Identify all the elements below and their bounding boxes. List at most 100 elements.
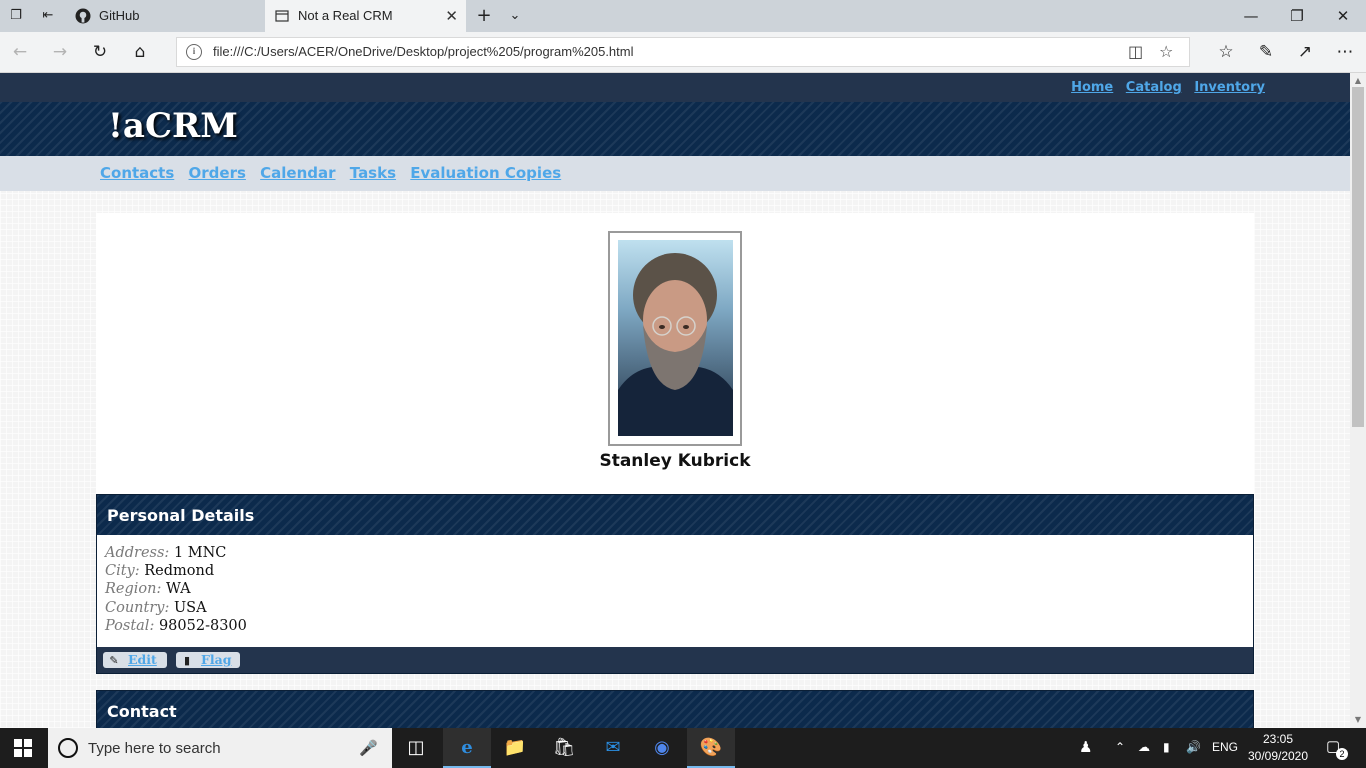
notification-count-badge: 2 [1336, 748, 1348, 760]
search-placeholder: Type here to search [88, 740, 221, 757]
nav-contacts[interactable]: Contacts [100, 164, 174, 182]
country-row: Country: USA [105, 599, 1245, 617]
panel-actions: ✎ Edit ▮ Flag [97, 647, 1253, 673]
web-page: Home Catalog Inventory !aCRM Contacts Or… [0, 73, 1350, 728]
more-options-icon[interactable]: ⋯ [1334, 41, 1356, 63]
show-hidden-icons-chevron-icon[interactable]: ⌃ [1115, 740, 1125, 754]
postal-row: Postal: 98052-8300 [105, 617, 1245, 635]
address-toolbar: ← → ↻ ⌂ i file:///C:/Users/ACER/OneDrive… [0, 32, 1366, 73]
field-value: 98052-8300 [158, 617, 247, 634]
nav-evaluation-copies[interactable]: Evaluation Copies [410, 164, 561, 182]
chrome-icon[interactable]: ◉ [638, 728, 686, 768]
reading-view-icon[interactable]: ◫ [1128, 42, 1143, 61]
set-tabs-aside-icon[interactable]: ⇤ [40, 8, 56, 24]
scroll-down-icon[interactable]: ▼ [1350, 714, 1366, 726]
file-explorer-icon[interactable]: 📁 [491, 728, 539, 768]
catalog-link[interactable]: Catalog [1126, 80, 1182, 95]
windows-taskbar: Type here to search 🎤 ◫ e 📁 🛍 ✉ ◉ 🎨 ♟ ⌃ … [0, 728, 1366, 768]
pencil-icon: ✎ [109, 654, 119, 667]
microsoft-store-icon[interactable]: 🛍 [540, 728, 588, 768]
inventory-link[interactable]: Inventory [1194, 80, 1265, 95]
edit-button[interactable]: ✎ Edit [103, 652, 167, 668]
info-icon[interactable]: i [186, 44, 202, 60]
tab-label: Not a Real CRM [298, 8, 393, 23]
page-scrollbar[interactable]: ▲ ▼ [1350, 73, 1366, 728]
site-banner: !aCRM [0, 102, 1350, 156]
field-label: Address: [105, 545, 170, 561]
windows-start-icon[interactable] [14, 739, 32, 757]
site-logo: !aCRM [108, 106, 238, 146]
favorite-star-icon[interactable]: ☆ [1159, 42, 1173, 61]
flag-link[interactable]: Flag [201, 652, 231, 667]
field-label: City: [105, 563, 140, 580]
nav-orders[interactable]: Orders [189, 164, 246, 182]
edit-link[interactable]: Edit [128, 652, 157, 667]
top-strip: Home Catalog Inventory [0, 73, 1350, 102]
field-value: WA [165, 581, 191, 598]
personal-details-body: Address: 1 MNC City: Redmond Region: WA … [97, 535, 1253, 647]
refresh-icon[interactable]: ↻ [89, 41, 111, 63]
scroll-up-icon[interactable]: ▲ [1350, 75, 1366, 87]
page-icon [275, 10, 289, 22]
tab-preview-icon[interactable]: ❐ [8, 8, 24, 24]
forward-arrow-icon[interactable]: → [49, 41, 71, 63]
nav-tasks[interactable]: Tasks [350, 164, 396, 182]
language-indicator[interactable]: ENG [1212, 740, 1238, 754]
minimize-icon[interactable]: — [1239, 4, 1263, 28]
home-icon[interactable]: ⌂ [129, 41, 151, 63]
field-value: Redmond [144, 563, 215, 580]
clock-date: 30/09/2020 [1247, 749, 1309, 763]
taskbar-search-box[interactable]: Type here to search 🎤 [48, 728, 392, 768]
volume-icon[interactable]: 🔊 [1186, 740, 1201, 754]
share-icon[interactable]: ↗ [1294, 41, 1316, 63]
top-links: Home Catalog Inventory [1063, 80, 1265, 95]
tab-github[interactable]: GitHub [66, 0, 265, 32]
back-arrow-icon[interactable]: ← [9, 41, 31, 63]
main-nav: Contacts Orders Calendar Tasks Evaluatio… [0, 156, 1350, 191]
close-window-icon[interactable]: ✕ [1331, 4, 1355, 28]
scrollbar-thumb[interactable] [1352, 87, 1364, 427]
flag-button[interactable]: ▮ Flag [176, 652, 240, 668]
nav-calendar[interactable]: Calendar [260, 164, 335, 182]
contact-photo-frame [608, 231, 742, 446]
contact-photo [618, 240, 733, 436]
tab-not-a-real-crm[interactable]: Not a Real CRM ✕ [265, 0, 466, 32]
favorites-list-icon[interactable]: ☆ [1215, 41, 1237, 63]
field-label: Region: [105, 581, 162, 598]
home-link[interactable]: Home [1071, 80, 1113, 95]
close-tab-icon[interactable]: ✕ [445, 7, 458, 25]
field-value: 1 MNC [173, 545, 227, 561]
address-field[interactable]: i file:///C:/Users/ACER/OneDrive/Desktop… [176, 37, 1190, 67]
clock-time: 23:05 [1262, 732, 1294, 746]
panel-title: Contact [97, 691, 1253, 728]
cortana-icon [58, 738, 78, 758]
task-view-icon[interactable]: ◫ [392, 728, 440, 768]
pen-icon[interactable]: ✎ [1255, 41, 1277, 63]
field-label: Postal: [105, 617, 155, 634]
edge-browser-icon[interactable]: e [443, 728, 491, 768]
field-label: Country: [105, 599, 170, 616]
browser-tab-bar: ❐ ⇤ GitHub Not a Real CRM ✕ + ⌄ — ❐ ✕ [0, 0, 1366, 32]
personal-details-panel: Personal Details Address: 1 MNC City: Re… [96, 494, 1254, 674]
chevron-down-icon[interactable]: ⌄ [507, 8, 523, 24]
microphone-icon[interactable]: 🎤 [359, 739, 378, 757]
field-value: USA [173, 599, 207, 616]
contact-name: Stanley Kubrick [599, 451, 751, 471]
region-row: Region: WA [105, 580, 1245, 598]
battery-icon[interactable]: ▮ [1163, 740, 1170, 754]
onedrive-cloud-icon[interactable]: ☁ [1138, 740, 1150, 754]
people-icon[interactable]: ♟ [1079, 738, 1092, 756]
github-icon [75, 8, 91, 24]
bookmark-icon: ▮ [183, 654, 191, 667]
tab-label: GitHub [99, 8, 140, 23]
panel-title: Personal Details [97, 495, 1253, 535]
city-row: City: Redmond [105, 562, 1245, 580]
restore-icon[interactable]: ❐ [1285, 4, 1309, 28]
system-clock[interactable]: 23:05 30/09/2020 [1246, 731, 1310, 765]
new-tab-icon[interactable]: + [476, 7, 492, 25]
mail-icon[interactable]: ✉ [589, 728, 637, 768]
address-row: Address: 1 MNC [105, 544, 1245, 562]
contact-panel: Contact [96, 690, 1254, 728]
paint-icon[interactable]: 🎨 [687, 728, 735, 768]
url-text[interactable]: file:///C:/Users/ACER/OneDrive/Desktop/p… [213, 44, 634, 59]
